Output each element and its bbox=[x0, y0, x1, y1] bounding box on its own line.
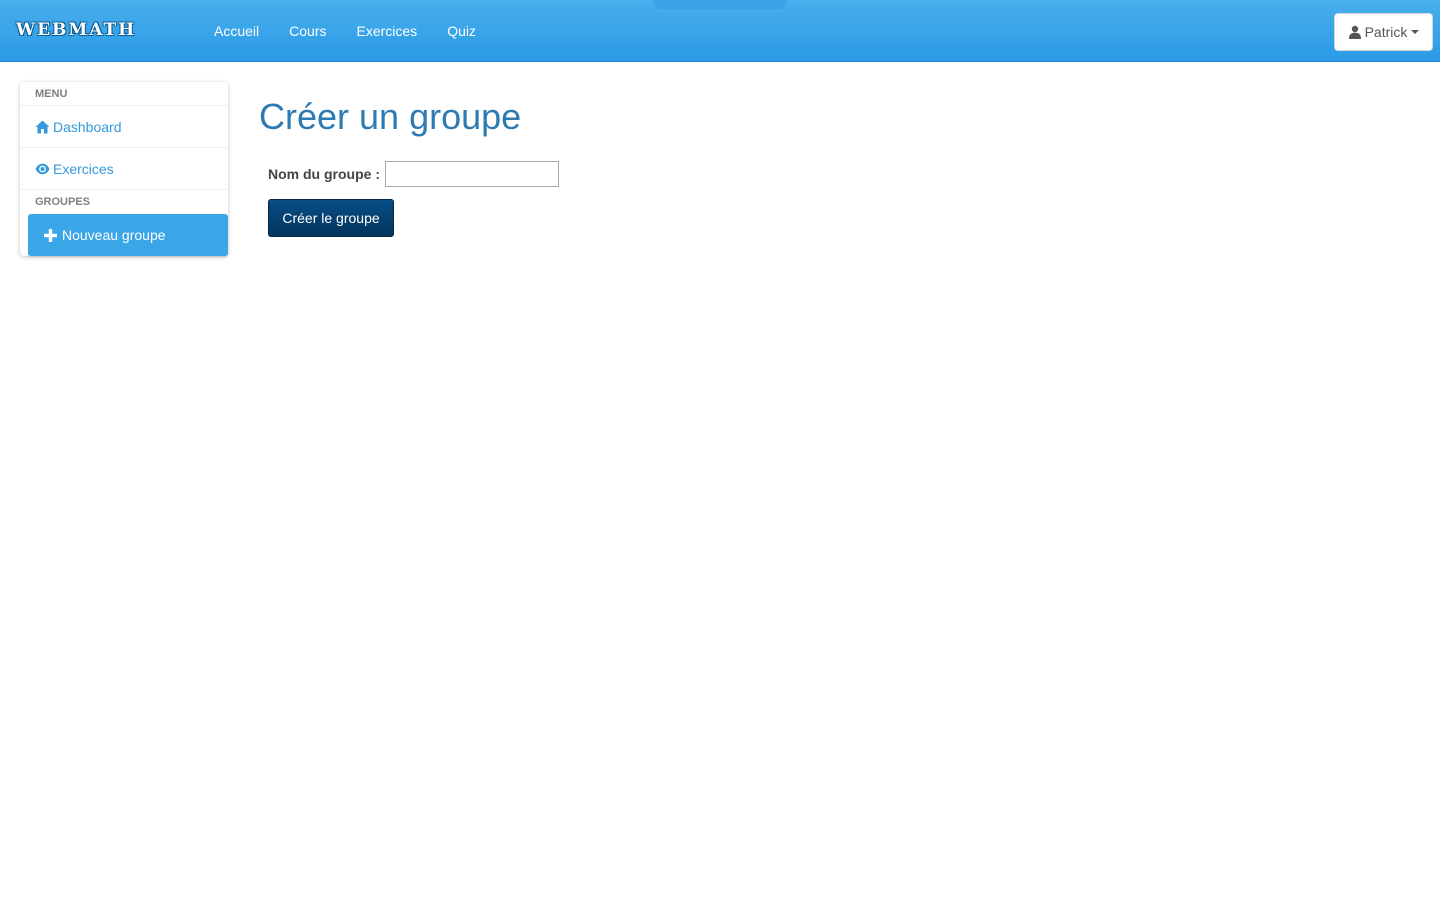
top-handle[interactable] bbox=[654, 0, 786, 8]
sidebar-item-label: Nouveau groupe bbox=[62, 227, 166, 243]
sidebar-item-nouveau-groupe[interactable]: Nouveau groupe bbox=[28, 214, 228, 256]
caret-down-icon bbox=[1411, 30, 1420, 34]
page-title: Créer un groupe bbox=[259, 96, 522, 137]
main-nav: Accueil Cours Exercices Quiz bbox=[199, 0, 491, 62]
sidebar: MENU Dashboard Exercices GROUPES Nouveau… bbox=[20, 82, 228, 256]
sidebar-item-label: Exercices bbox=[53, 160, 114, 177]
nav-link-cours[interactable]: Cours bbox=[274, 0, 341, 62]
group-name-input[interactable] bbox=[385, 161, 559, 187]
sidebar-item-exercices[interactable]: Exercices bbox=[20, 148, 228, 190]
user-name: Patrick bbox=[1364, 24, 1408, 40]
group-name-label: Nom du groupe : bbox=[268, 166, 380, 182]
brand-logo[interactable]: WEBMATH bbox=[16, 20, 136, 40]
nav-link-accueil[interactable]: Accueil bbox=[199, 0, 274, 62]
group-name-form-row: Nom du groupe : bbox=[268, 161, 559, 187]
user-icon bbox=[1348, 25, 1361, 39]
plus-icon bbox=[44, 228, 57, 242]
nav-link-exercices[interactable]: Exercices bbox=[342, 0, 433, 62]
sidebar-header-groupes: GROUPES bbox=[35, 196, 91, 208]
user-menu-button[interactable]: Patrick bbox=[1334, 13, 1433, 51]
eye-icon bbox=[35, 163, 50, 174]
home-icon bbox=[35, 120, 50, 133]
create-group-button[interactable]: Créer le groupe bbox=[268, 199, 394, 237]
nav-link-quiz[interactable]: Quiz bbox=[432, 0, 491, 62]
navbar: WEBMATH Accueil Cours Exercices Quiz Pat… bbox=[0, 0, 1440, 62]
sidebar-header-menu: MENU bbox=[20, 82, 228, 106]
sidebar-item-dashboard[interactable]: Dashboard bbox=[20, 106, 228, 148]
sidebar-item-label: Dashboard bbox=[53, 118, 122, 135]
